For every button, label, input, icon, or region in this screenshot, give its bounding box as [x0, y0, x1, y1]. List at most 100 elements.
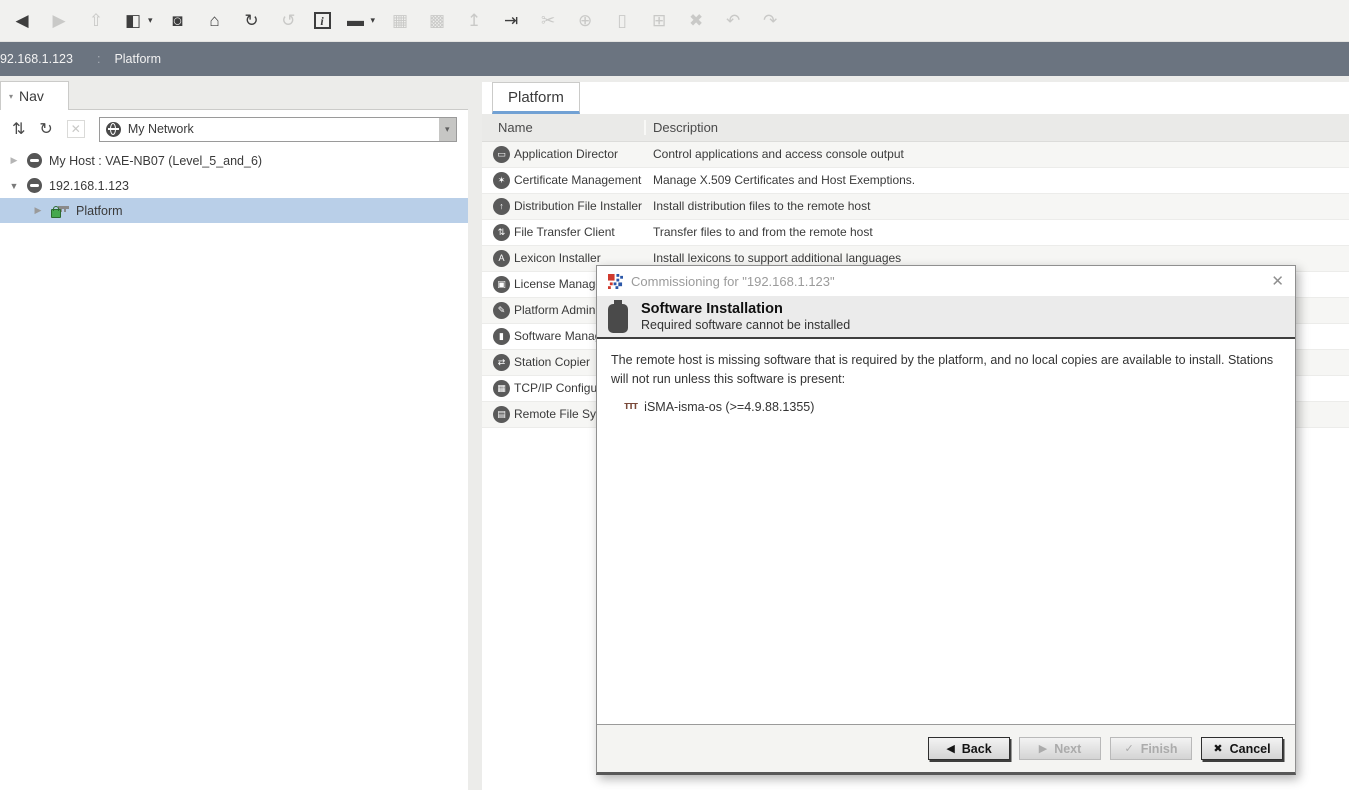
software-manager-icon: ▮ [493, 328, 510, 345]
tree-item-label: Platform [76, 204, 123, 218]
row-description: Control applications and access console … [653, 142, 904, 167]
row-name: Certificate Management [514, 168, 646, 193]
finish-button-label: Finish [1141, 742, 1178, 756]
cut-icon[interactable]: ✂ [536, 9, 560, 33]
table-row[interactable]: ✶ Certificate Management Manage X.509 Ce… [482, 168, 1349, 194]
nav-sidebar: ⇅ ↻ ✕ My Network ▾ ▶ My Host : VAE-NB07 … [0, 109, 468, 790]
back-arrow-icon: ◀ [946, 742, 954, 755]
breadcrumb-view[interactable]: Platform [114, 52, 161, 66]
delete-icon[interactable]: ✖ [684, 9, 708, 33]
back-button[interactable]: ◀ Back [928, 737, 1010, 760]
platform-icon [51, 203, 69, 218]
history-icon[interactable]: ◙ [166, 9, 190, 33]
dialog-body: The remote host is missing software that… [597, 339, 1295, 416]
dialog-titlebar[interactable]: Commissioning for "192.168.1.123" ✕ [597, 266, 1295, 296]
import-icon[interactable]: ↥ [462, 9, 486, 33]
home-icon[interactable]: ⌂ [203, 9, 227, 33]
nav-sidebar-toolbar: ⇅ ↻ ✕ My Network ▾ [0, 110, 468, 148]
row-description: Install distribution files to the remote… [653, 194, 870, 219]
tree-item-remote-host[interactable]: ▼ 192.168.1.123 [0, 173, 468, 198]
combo-dropdown-icon[interactable]: ▾ [439, 118, 456, 141]
tree-item-label: 192.168.1.123 [49, 179, 129, 193]
nav-tab-caret-icon[interactable]: ▾ [9, 92, 13, 101]
next-arrow-icon: ▶ [1039, 742, 1047, 755]
tcpip-configuration-icon: ▦ [493, 380, 510, 397]
x-icon: ✖ [1213, 742, 1222, 755]
network-combo[interactable]: My Network ▾ [99, 117, 457, 142]
host-icon [27, 153, 42, 168]
host-icon [27, 178, 42, 193]
missing-module-item: ттт iSMA-isma-os (>=4.9.88.1355) [611, 398, 1281, 417]
cancel-button[interactable]: ✖ Cancel [1201, 737, 1283, 760]
dialog-footer: ◀ Back ▶ Next ✓ Finish ✖ Cancel [597, 724, 1295, 772]
redo-icon[interactable]: ↷ [758, 9, 782, 33]
collapse-arrow-icon[interactable]: ▼ [8, 181, 20, 191]
side-pane-icon[interactable]: ◧ [121, 9, 145, 33]
row-description: Manage X.509 Certificates and Host Exemp… [653, 168, 915, 193]
tree-item-my-host[interactable]: ▶ My Host : VAE-NB07 (Level_5_and_6) [0, 148, 468, 173]
application-director-icon: ▭ [493, 146, 510, 163]
niagara-logo-icon [608, 274, 623, 289]
cancel-button-label: Cancel [1230, 742, 1271, 756]
commissioning-dialog: Commissioning for "192.168.1.123" ✕ Soft… [596, 265, 1296, 775]
row-name: Application Director [514, 142, 646, 167]
software-jar-icon [608, 300, 628, 333]
dialog-message: The remote host is missing software that… [611, 351, 1281, 389]
column-header-name[interactable]: Name [482, 120, 646, 135]
tab-nav[interactable]: ▾ Nav [0, 81, 69, 110]
platform-administration-icon: ✎ [493, 302, 510, 319]
platform-tab-label: Platform [508, 89, 564, 106]
expand-arrow-icon[interactable]: ▶ [8, 155, 20, 166]
breadcrumb-host[interactable]: 192.168.1.123 [0, 52, 73, 66]
network-combo-value: My Network [128, 122, 456, 136]
dialog-title: Commissioning for "192.168.1.123" [631, 274, 1263, 289]
side-pane-caret-icon[interactable]: ▾ [148, 15, 153, 26]
back-icon[interactable]: ◀ [10, 9, 34, 33]
lexicon-installer-icon: A [493, 250, 510, 267]
row-name: Distribution File Installer [514, 194, 646, 219]
info-icon[interactable]: i [314, 12, 331, 29]
close-icon[interactable]: ✕ [1271, 272, 1284, 290]
open-folder-icon[interactable]: ▬ [344, 9, 368, 33]
nav-tab-label: Nav [19, 88, 44, 104]
finish-button[interactable]: ✓ Finish [1110, 737, 1192, 760]
next-button[interactable]: ▶ Next [1019, 737, 1101, 760]
nav-tree: ▶ My Host : VAE-NB07 (Level_5_and_6) ▼ 1… [0, 148, 468, 223]
table-row[interactable]: ⇅ File Transfer Client Transfer files to… [482, 220, 1349, 246]
paste-icon[interactable]: ▯ [610, 9, 634, 33]
sort-swap-icon[interactable]: ⇅ [12, 119, 25, 139]
distribution-file-installer-icon: ↑ [493, 198, 510, 215]
check-icon: ✓ [1124, 742, 1133, 755]
expand-arrow-icon[interactable]: ▶ [32, 205, 44, 216]
dialog-step-subtitle: Required software cannot be installed [641, 318, 850, 334]
table-row[interactable]: ▭ Application Director Control applicati… [482, 142, 1349, 168]
open-folder-caret-icon[interactable]: ▾ [371, 15, 376, 26]
module-name: iSMA-isma-os (>=4.9.88.1355) [644, 398, 814, 417]
breadcrumb: 192.168.1.123 : Platform [0, 42, 1349, 76]
recent-history-icon[interactable]: ↺ [277, 9, 301, 33]
certificate-management-icon: ✶ [493, 172, 510, 189]
file-transfer-client-icon: ⇅ [493, 224, 510, 241]
table-header: Name Description [482, 114, 1349, 142]
tab-platform[interactable]: Platform [492, 82, 580, 114]
license-manager-icon: ▣ [493, 276, 510, 293]
dialog-step-title: Software Installation [641, 300, 850, 318]
clear-icon[interactable]: ✕ [67, 120, 85, 138]
up-level-icon[interactable]: ⇧ [84, 9, 108, 33]
back-button-label: Back [962, 742, 992, 756]
row-description: Transfer files to and from the remote ho… [653, 220, 873, 245]
undo-icon[interactable]: ↶ [721, 9, 745, 33]
save-icon[interactable]: ▦ [388, 9, 412, 33]
forward-icon[interactable]: ▶ [47, 9, 71, 33]
refresh-icon[interactable]: ↻ [240, 9, 264, 33]
station-copier-icon: ⇄ [493, 354, 510, 371]
save-all-icon[interactable]: ▩ [425, 9, 449, 33]
table-row[interactable]: ↑ Distribution File Installer Install di… [482, 194, 1349, 220]
tree-item-platform[interactable]: ▶ Platform [0, 198, 468, 223]
duplicate-icon[interactable]: ⊞ [647, 9, 671, 33]
nav-refresh-icon[interactable]: ↻ [39, 119, 52, 139]
column-header-description[interactable]: Description [646, 120, 718, 135]
copy-icon[interactable]: ⊕ [573, 9, 597, 33]
dialog-header: Software Installation Required software … [597, 296, 1295, 339]
export-icon[interactable]: ⇥ [499, 9, 523, 33]
